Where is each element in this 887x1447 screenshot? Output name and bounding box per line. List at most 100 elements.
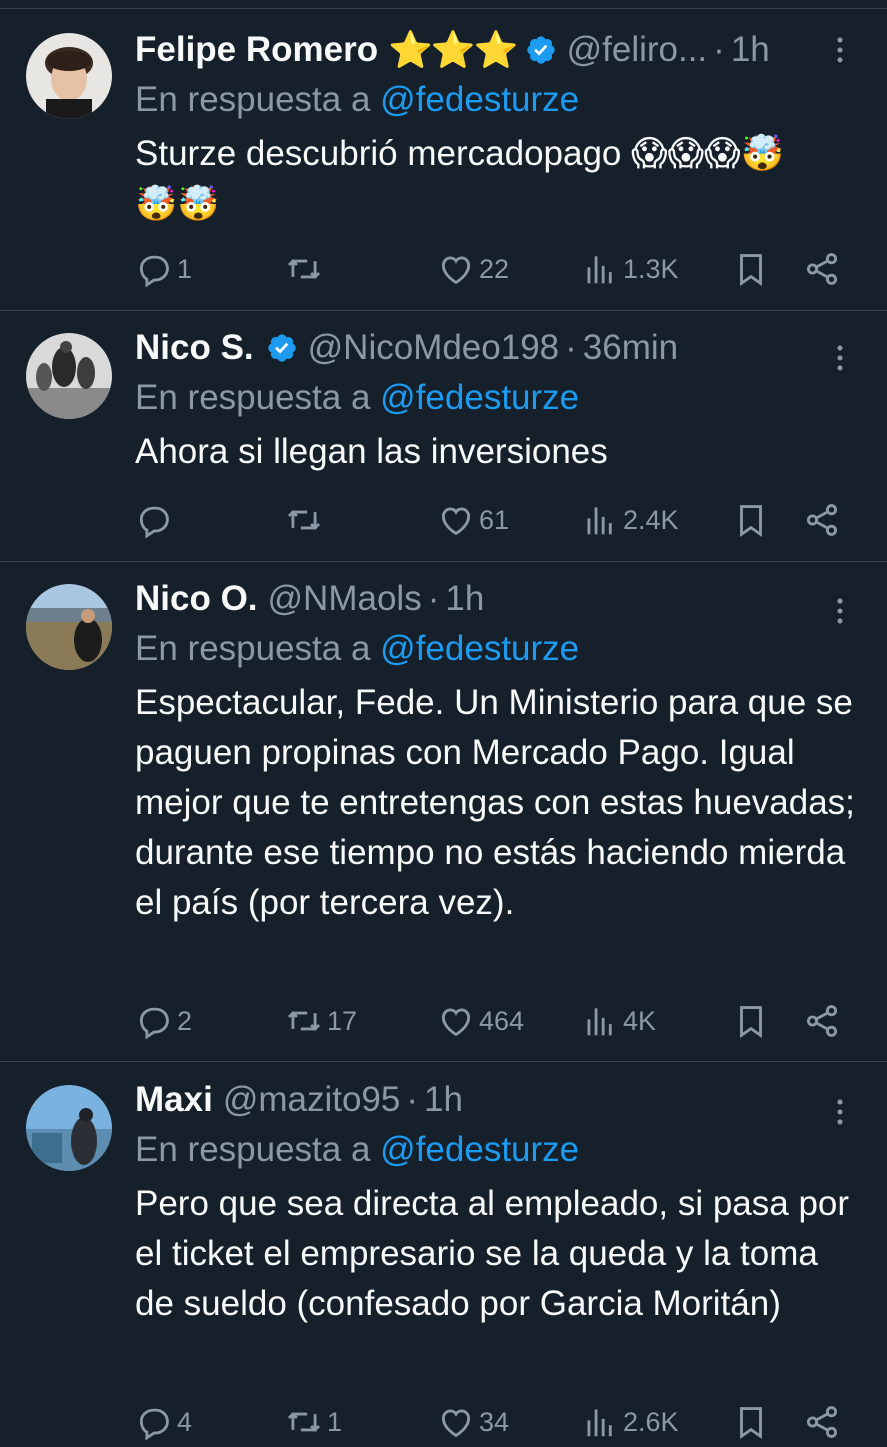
tweet-time[interactable]: 1h (731, 25, 770, 75)
tweet-time[interactable]: 1h (424, 1075, 463, 1125)
tweet-time[interactable]: 36min (583, 323, 678, 373)
like-button[interactable]: 34 (437, 1397, 509, 1447)
reply-prefix: En respuesta a (135, 80, 371, 119)
retweet-icon (287, 510, 321, 530)
reply-button[interactable]: 4 (135, 1397, 192, 1447)
tweet-actions: 1 22 1.3K (135, 244, 857, 294)
retweet-icon (287, 259, 321, 279)
share-icon (806, 504, 838, 536)
tweet-actions: 2 17 464 4K (135, 996, 857, 1046)
reply-count: 2 (177, 1005, 193, 1036)
avatar-nico-s[interactable] (26, 333, 112, 419)
more-icon[interactable] (823, 33, 857, 67)
views-count: 1.3K (623, 253, 679, 284)
reply-prefix: En respuesta a (135, 1130, 371, 1169)
tweet-3[interactable]: Nico O. @NMaols · 1h En respuesta a @fed… (0, 562, 887, 1062)
avatar-nico-o[interactable] (26, 584, 112, 670)
retweet-button[interactable]: 17 (285, 996, 357, 1046)
like-button[interactable]: 22 (437, 244, 509, 294)
retweet-count: 1 (327, 1406, 343, 1437)
retweet-button[interactable] (285, 244, 327, 294)
share-button[interactable] (803, 495, 841, 545)
reply-mention[interactable]: @fedesturze (380, 80, 579, 119)
reply-count: 4 (177, 1406, 193, 1437)
views-button[interactable]: 2.6K (581, 1397, 679, 1447)
share-button[interactable] (803, 1397, 841, 1447)
bookmark-icon (740, 254, 762, 286)
bookmark-icon (740, 1006, 762, 1038)
share-button[interactable] (803, 244, 841, 294)
share-icon (806, 1406, 838, 1438)
like-button[interactable]: 61 (437, 495, 509, 545)
bookmark-button[interactable] (732, 495, 770, 545)
like-icon (441, 256, 471, 285)
share-icon (806, 1005, 838, 1037)
bookmark-button[interactable] (732, 244, 770, 294)
retweet-button[interactable] (285, 495, 327, 545)
like-icon (441, 1409, 471, 1438)
bookmark-button[interactable] (732, 996, 770, 1046)
more-icon[interactable] (823, 594, 857, 628)
reply-context: En respuesta a @fedesturze (135, 75, 857, 125)
views-button[interactable]: 2.4K (581, 495, 679, 545)
reply-button[interactable]: 1 (135, 244, 192, 294)
like-icon (441, 1008, 471, 1037)
reply-icon (139, 1007, 169, 1040)
author-handle[interactable]: @mazito95 (223, 1075, 401, 1125)
time-separator: · (406, 1080, 419, 1119)
reply-button[interactable] (135, 495, 177, 545)
like-count: 61 (479, 504, 510, 535)
reply-count: 1 (177, 253, 193, 284)
tweet-2[interactable]: Nico S. @NicoMdeo198 · 36min En respuest… (0, 311, 887, 562)
bookmark-button[interactable] (732, 1397, 770, 1447)
verified-badge-icon (267, 334, 296, 362)
views-count: 4K (623, 1005, 657, 1036)
tweet-4[interactable]: Maxi @mazito95 · 1h En respuesta a @fede… (0, 1063, 887, 1447)
tweet-text-line: 🤯🤯 (135, 185, 220, 223)
tweet-text: Sturze descubrió mercadopago 😱😱😱🤯 🤯🤯 (135, 129, 857, 229)
tweet-1[interactable]: Felipe Romero ⭐⭐⭐ @feliro... · 1h En res… (0, 9, 887, 311)
reply-context: En respuesta a @fedesturze (135, 1125, 857, 1175)
retweet-icon (287, 1412, 321, 1432)
views-count: 2.6K (623, 1406, 679, 1437)
name-stars: ⭐⭐⭐ (388, 29, 518, 70)
author-handle[interactable]: @NicoMdeo198 (308, 323, 560, 373)
retweet-count: 17 (327, 1005, 358, 1036)
tweet-header: Nico O. @NMaols · 1h (135, 574, 857, 624)
like-button[interactable]: 464 (437, 996, 524, 1046)
author-handle[interactable]: @feliro... (567, 25, 708, 75)
reply-icon (139, 506, 169, 539)
reply-prefix: En respuesta a (135, 629, 371, 668)
more-icon[interactable] (823, 341, 857, 375)
tweet-actions: 61 2.4K (135, 495, 857, 545)
views-icon (587, 256, 612, 284)
author-name[interactable]: Nico S. (135, 323, 254, 373)
tweet-header: Felipe Romero ⭐⭐⭐ @feliro... · 1h (135, 25, 857, 75)
time-separator: · (713, 30, 725, 69)
time-separator: · (427, 579, 440, 618)
reply-mention[interactable]: @fedesturze (380, 378, 579, 417)
retweet-button[interactable]: 1 (285, 1397, 342, 1447)
share-button[interactable] (803, 996, 841, 1046)
views-button[interactable]: 4K (581, 996, 656, 1046)
views-button[interactable]: 1.3K (581, 244, 679, 294)
avatar-felipe-romero[interactable] (26, 33, 112, 119)
reply-icon (139, 1408, 169, 1441)
author-name[interactable]: Felipe Romero (135, 25, 378, 75)
tweet-header: Maxi @mazito95 · 1h (135, 1075, 857, 1125)
author-name[interactable]: Maxi (135, 1075, 213, 1125)
tweet-time[interactable]: 1h (445, 574, 484, 624)
reply-mention[interactable]: @fedesturze (380, 629, 579, 668)
verified-badge-icon (526, 36, 555, 64)
more-icon[interactable] (823, 1095, 857, 1129)
reply-mention[interactable]: @fedesturze (380, 1130, 579, 1169)
views-icon (587, 1409, 612, 1437)
reply-icon (139, 255, 169, 288)
like-count: 34 (479, 1406, 510, 1437)
reply-button[interactable]: 2 (135, 996, 192, 1046)
retweet-icon (287, 1011, 321, 1031)
reply-context: En respuesta a @fedesturze (135, 624, 857, 674)
author-name[interactable]: Nico O. (135, 574, 258, 624)
author-handle[interactable]: @NMaols (268, 574, 422, 624)
avatar-maxi[interactable] (26, 1085, 112, 1171)
